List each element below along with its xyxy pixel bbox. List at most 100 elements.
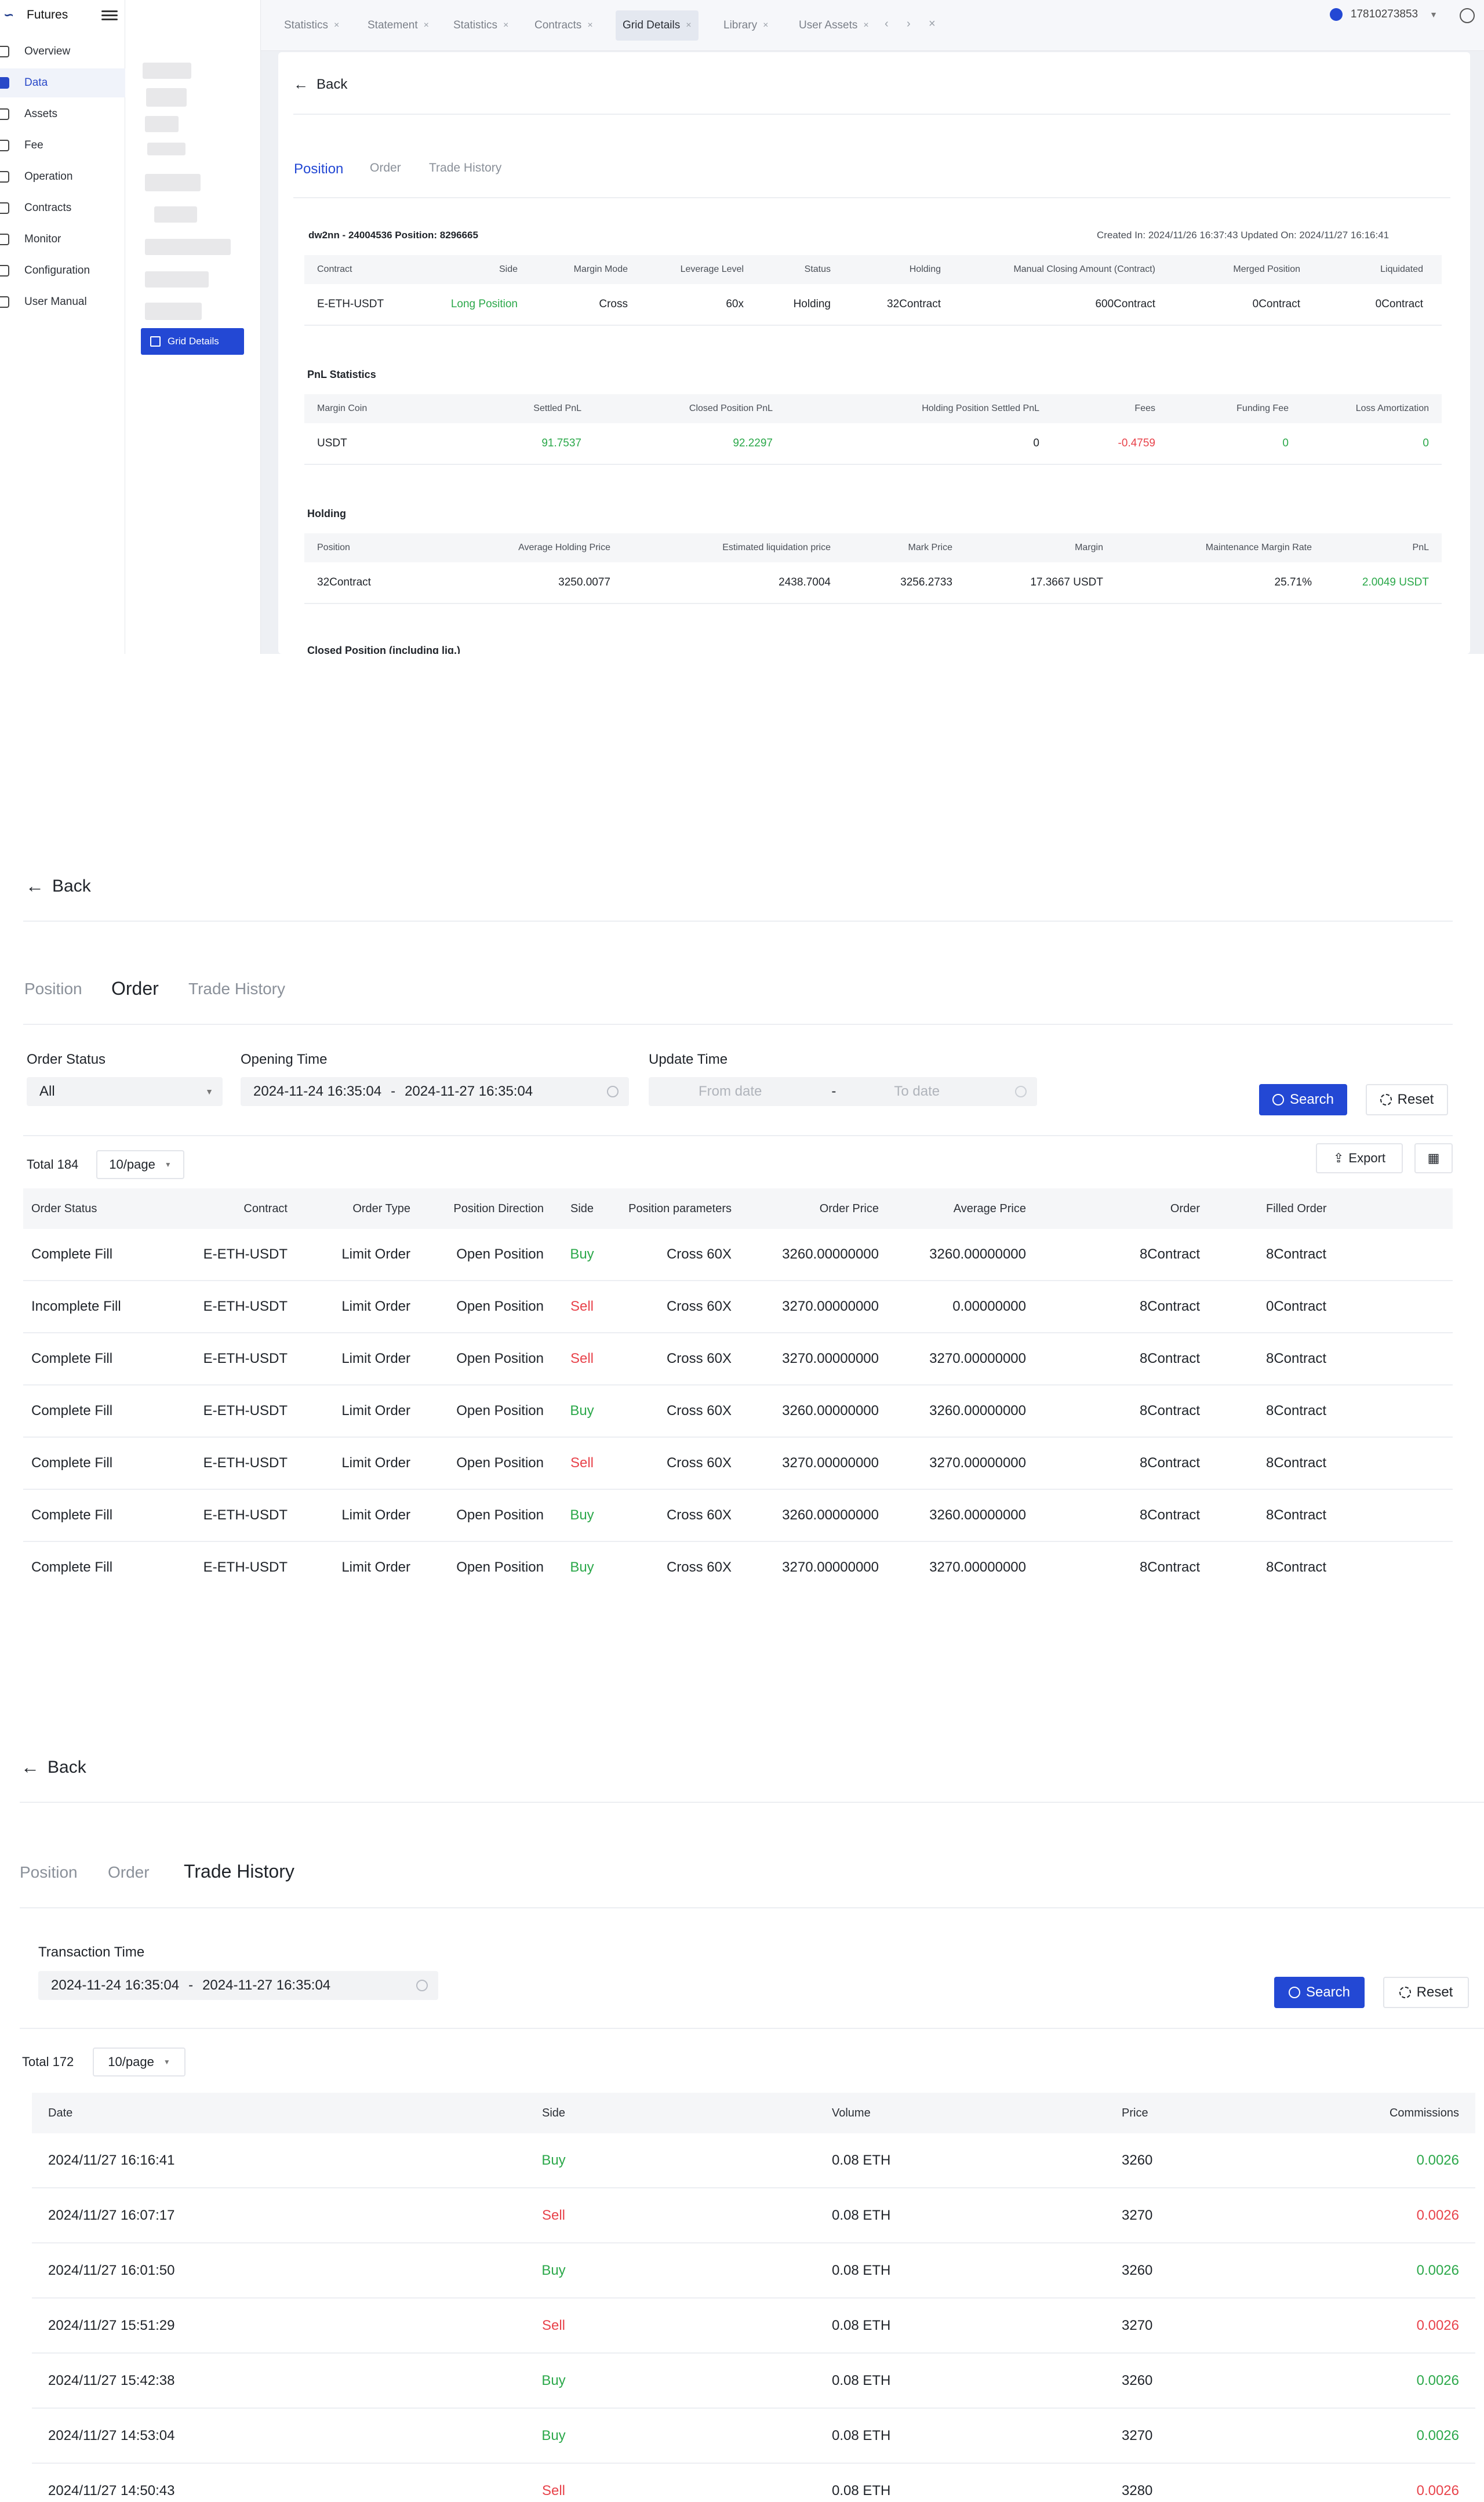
sidebar-item-monitor[interactable]: Monitor (0, 225, 125, 254)
sidebar-item-assets[interactable]: Assets (0, 100, 125, 129)
menu-toggle-icon[interactable] (101, 8, 118, 22)
close-icon[interactable]: × (334, 20, 339, 31)
table-row[interactable]: 2024/11/27 14:53:04 Buy 0.08 ETH 3270 0.0026 (32, 2409, 1475, 2464)
table-row[interactable]: Incomplete Fill E-ETH-USDT Limit Order Open… (23, 1281, 1453, 1333)
tab-statement[interactable]: Statement × (361, 10, 436, 41)
table-cell: 2024/11/27 14:53:04 (48, 2427, 175, 2443)
close-icon[interactable]: × (863, 20, 868, 31)
sidebar-item-operation[interactable]: Operation (0, 162, 125, 191)
table-cell: Open Position (456, 1299, 544, 1314)
tab-position[interactable]: Position (24, 980, 82, 998)
page-size-select[interactable]: 10/page ▼ (93, 2048, 186, 2076)
opening-time-range[interactable]: 2024-11-24 16:35:04 - 2024-11-27 16:35:0… (241, 1077, 629, 1106)
tab-label: Statement (368, 19, 418, 31)
back-button[interactable]: ← Back (26, 875, 91, 897)
table-row[interactable]: 2024/11/27 16:01:50 Buy 0.08 ETH 3260 0.0026 (32, 2243, 1475, 2299)
tab-trade-history[interactable]: Trade History (429, 161, 501, 175)
table-row[interactable]: 2024/11/27 15:42:38 Buy 0.08 ETH 3260 0.0026 (32, 2354, 1475, 2409)
table-row[interactable]: 2024/11/27 15:51:29 Sell 0.08 ETH 3270 0.002… (32, 2299, 1475, 2354)
table-cell: Cross 60X (666, 1351, 732, 1366)
tab-contracts[interactable]: Contracts × (528, 10, 600, 41)
app-title: Futures (27, 8, 68, 21)
table-cell: Complete Fill (31, 1559, 113, 1575)
sidebar-item-overview[interactable]: Overview (0, 37, 125, 66)
column-settings-button[interactable]: ▦ (1414, 1143, 1453, 1173)
table-cell: Complete Fill (31, 1246, 113, 1262)
tab-position[interactable]: Position (20, 1863, 78, 1882)
reset-label: Reset (1416, 1984, 1453, 2000)
close-icon[interactable]: × (686, 20, 691, 31)
search-label: Search (1305, 1984, 1351, 2000)
close-icon[interactable]: × (763, 20, 768, 31)
range-separator: - (391, 1083, 396, 1099)
sidebar-item-user-manual[interactable]: User Manual (0, 288, 125, 317)
close-icon[interactable]: × (587, 20, 592, 31)
table-cell: -0.4759 (1118, 437, 1155, 449)
position-info: dw2nn - 24004536 Position: 8296665 (308, 230, 478, 241)
subnav-item-grid-details[interactable]: Grid Details (141, 328, 244, 355)
chevron-down-icon: ▼ (1430, 10, 1438, 19)
table-cell: Complete Fill (31, 1351, 113, 1366)
table-row[interactable]: Complete Fill E-ETH-USDT Limit Order Open P… (23, 1490, 1453, 1542)
tab-position[interactable]: Position (294, 161, 343, 177)
sidebar-item-label: Data (24, 77, 48, 89)
tab-user-assets[interactable]: User Assets × (792, 10, 876, 41)
column-header: Order (1170, 1202, 1200, 1215)
globe-icon[interactable] (1460, 8, 1475, 23)
sidebar-item-configuration[interactable]: Configuration (0, 256, 125, 285)
table-cell: Cross 60X (666, 1246, 732, 1262)
close-icon[interactable]: × (503, 20, 508, 31)
tab-trade-history[interactable]: Trade History (184, 1861, 294, 1882)
table-cell: 0Contract (1266, 1299, 1327, 1314)
table-row[interactable]: Complete Fill E-ETH-USDT Limit Order Open P… (23, 1333, 1453, 1385)
tab-library[interactable]: Library × (716, 10, 775, 41)
back-button[interactable]: ← Back (21, 1757, 86, 1778)
tab-grid-details[interactable]: Grid Details × (616, 10, 699, 41)
tab-statistics[interactable]: Statistics × (446, 10, 515, 41)
column-header: Maintenance Margin Rate (1205, 543, 1312, 552)
table-cell: 3260 (1122, 2372, 1153, 2388)
column-header: Side (541, 2106, 566, 2119)
tab-statistics[interactable]: Statistics × (277, 10, 346, 41)
page-size-select[interactable]: 10/page ▼ (96, 1150, 184, 1179)
reset-button[interactable]: Reset (1366, 1084, 1448, 1115)
column-header: Average Price (953, 1202, 1026, 1215)
export-button[interactable]: ⇪ Export (1316, 1143, 1403, 1173)
order-table: Order Status Contract Order Type Position D… (23, 1188, 1453, 1593)
search-button[interactable]: Search (1274, 1977, 1365, 2008)
blurred-item (145, 303, 202, 320)
table-row[interactable]: 2024/11/27 16:16:41 Buy 0.08 ETH 3260 0.0026 (32, 2133, 1475, 2188)
opening-to: 2024-11-27 16:35:04 (405, 1083, 533, 1099)
update-time-range[interactable]: From date - To date (649, 1077, 1037, 1106)
sidebar-item-contracts[interactable]: Contracts (0, 194, 125, 223)
transaction-time-label: Transaction Time (38, 1944, 145, 1960)
sidebar-item-data[interactable]: Data (0, 68, 125, 97)
table-row[interactable]: Complete Fill E-ETH-USDT Limit Order Open P… (23, 1229, 1453, 1281)
table-row[interactable]: Complete Fill E-ETH-USDT Limit Order Open P… (23, 1385, 1453, 1438)
tab-next-icon[interactable]: › (907, 17, 911, 31)
table-cell: 0.00000000 (952, 1299, 1026, 1314)
reset-button[interactable]: Reset (1383, 1977, 1469, 2008)
tab-order[interactable]: Order (108, 1863, 150, 1882)
blurred-item (145, 116, 179, 132)
tab-close-all-icon[interactable]: × (929, 17, 936, 31)
table-row[interactable]: 2024/11/27 14:50:43 Sell 0.08 ETH 3280 0.002… (32, 2464, 1475, 2502)
table-cell: Complete Fill (31, 1455, 113, 1471)
sidebar-item-fee[interactable]: Fee (0, 131, 125, 160)
transaction-time-range[interactable]: 2024-11-24 16:35:04 - 2024-11-27 16:35:0… (38, 1971, 438, 2000)
table-row[interactable]: Complete Fill E-ETH-USDT Limit Order Open P… (23, 1542, 1453, 1593)
table-row[interactable]: Complete Fill E-ETH-USDT Limit Order Open P… (23, 1438, 1453, 1490)
table-row[interactable]: 2024/11/27 16:07:17 Sell 0.08 ETH 3270 0.002… (32, 2188, 1475, 2243)
monitor-icon (0, 234, 9, 245)
table-cell: E-ETH-USDT (203, 1559, 288, 1575)
tab-order[interactable]: Order (111, 978, 159, 999)
search-button[interactable]: Search (1259, 1084, 1347, 1115)
grid-icon (150, 336, 161, 347)
tab-trade-history[interactable]: Trade History (188, 980, 285, 998)
user-menu[interactable]: 17810273853 ▼ (1329, 8, 1438, 21)
order-status-select[interactable]: All ▼ (27, 1077, 223, 1106)
close-icon[interactable]: × (424, 20, 429, 31)
tab-order[interactable]: Order (370, 161, 401, 175)
back-button[interactable]: ← Back (293, 75, 347, 93)
tab-prev-icon[interactable]: ‹ (885, 17, 889, 31)
